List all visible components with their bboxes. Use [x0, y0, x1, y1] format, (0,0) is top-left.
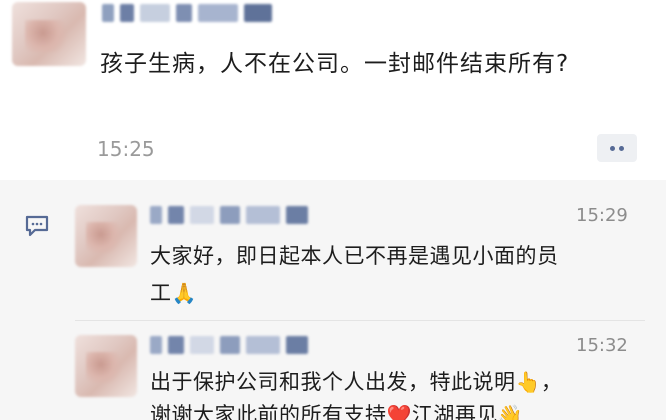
- comment-icon: [25, 215, 49, 237]
- comment-text-line1: 出于保护公司和我个人出发，特此说明: [150, 370, 516, 394]
- comment-timestamp: 15:32: [576, 335, 628, 356]
- point-up-emoji-icon: 👆: [515, 370, 541, 394]
- more-dots-icon[interactable]: [597, 134, 637, 162]
- comment-text-line2: 工: [150, 281, 172, 305]
- comment-avatar[interactable]: [75, 335, 137, 397]
- comment-timestamp: 15:29: [576, 205, 628, 226]
- heart-emoji-icon: ❤️: [386, 403, 412, 420]
- comment-text-line1: 大家好，即日起本人已不再是遇见小面的员: [150, 244, 559, 268]
- comment-text-line2: 谢谢大家此前的所有支持: [150, 403, 387, 420]
- comment-text-line2-end: 江湖再见: [411, 403, 498, 420]
- commenter-name-blurred[interactable]: [150, 336, 308, 354]
- pray-emoji-icon: 🙏: [171, 281, 197, 305]
- comment-punct: ，: [540, 370, 563, 394]
- commenter-name-blurred[interactable]: [150, 206, 308, 224]
- author-name-blurred[interactable]: [102, 4, 272, 22]
- post-text: 孩子生病，人不在公司。一封邮件结束所有?: [100, 51, 570, 77]
- avatar[interactable]: [12, 2, 86, 66]
- wave-emoji-icon: 👋: [497, 403, 524, 420]
- moment-post: 孩子生病，人不在公司。一封邮件结束所有? 15:25: [0, 0, 666, 174]
- comment-text: 出于保护公司和我个人出发，特此说明👆， 谢谢大家此前的所有支持❤️江湖再见👋: [150, 366, 650, 420]
- comment-text: 大家好，即日起本人已不再是遇见小面的员 工🙏: [150, 238, 640, 312]
- comment-avatar[interactable]: [75, 205, 137, 267]
- post-timestamp: 15:25: [97, 137, 155, 161]
- comment-divider: [75, 320, 645, 321]
